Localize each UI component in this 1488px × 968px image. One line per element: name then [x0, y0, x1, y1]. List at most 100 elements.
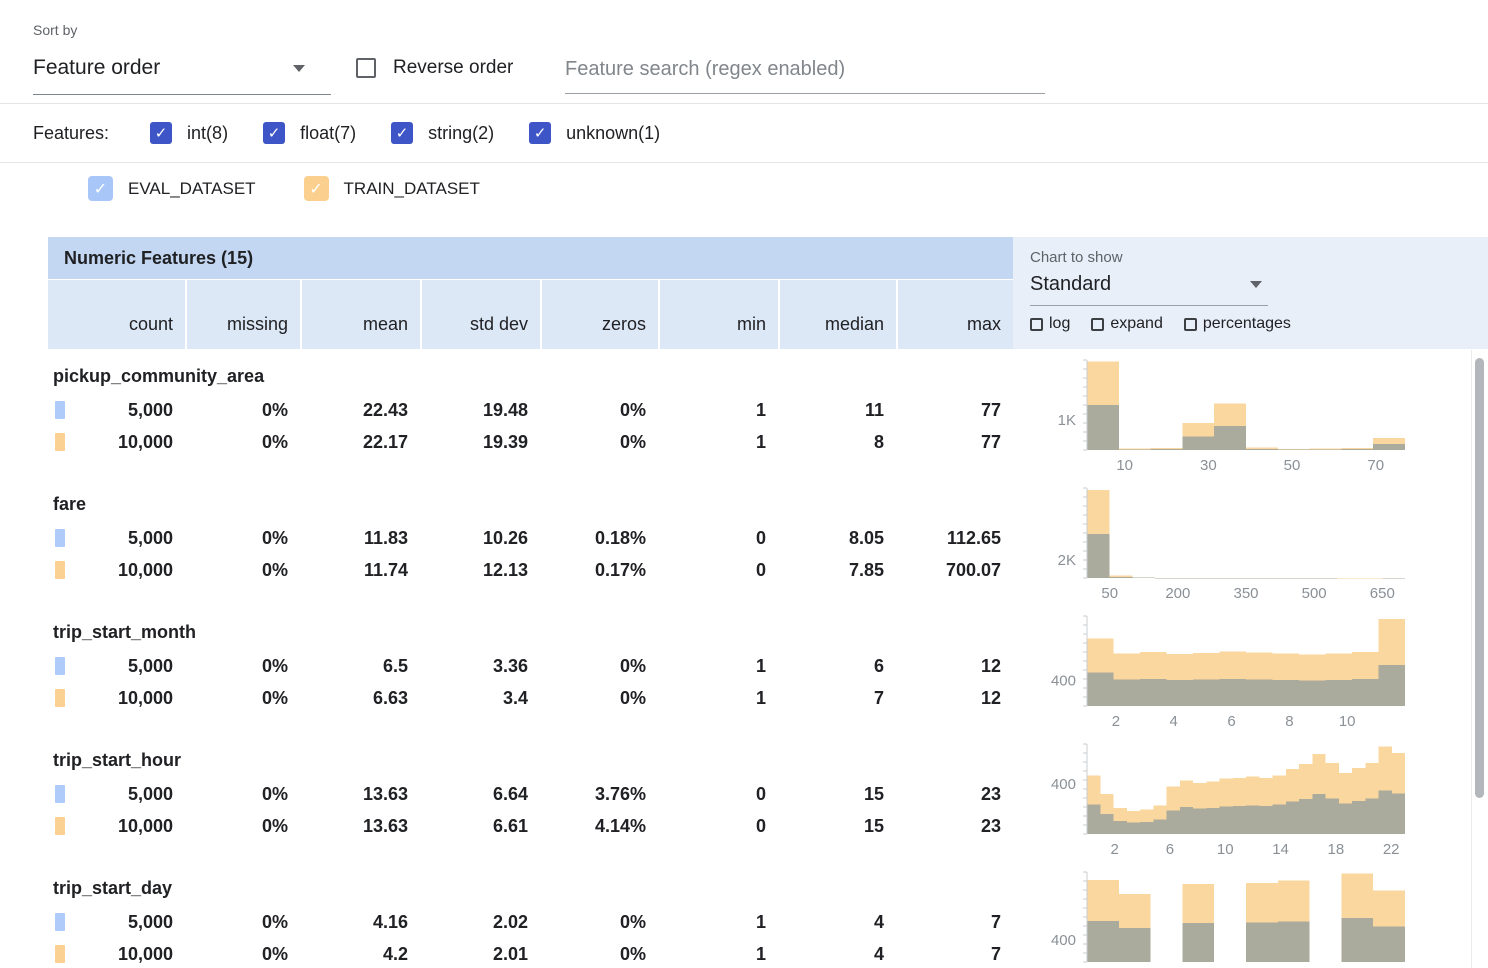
stat-zeros: 4.14%: [540, 816, 658, 837]
column-header-zeros: zeros: [540, 280, 658, 349]
scrollbar-track[interactable]: [1471, 350, 1488, 968]
feature-group-trip_start_hour: trip_start_hour5,0000%13.636.643.76%0152…: [48, 733, 1488, 861]
features-filter-label: Features:: [33, 123, 109, 144]
chart-option-log[interactable]: log: [1030, 315, 1070, 333]
feature-list: pickup_community_area5,0000%22.4319.480%…: [48, 349, 1488, 968]
feature-type-label: int(8): [187, 123, 228, 144]
reverse-order-checkbox[interactable]: Reverse order: [356, 57, 513, 79]
stat-std-dev: 2.01: [420, 944, 540, 965]
feature-name: trip_start_day: [48, 861, 1013, 906]
stat-max: 7: [896, 912, 1013, 933]
histogram-fare: 2K50200350500650: [1027, 486, 1419, 604]
feature-histogram: 1K10305070: [1013, 349, 1419, 477]
train-legend-swatch: [55, 561, 65, 579]
chart-option-label: log: [1049, 315, 1070, 333]
stat-count: 5,000: [48, 784, 185, 805]
svg-text:4: 4: [1170, 713, 1178, 730]
stat-median: 15: [778, 784, 896, 805]
svg-text:30: 30: [1200, 457, 1217, 474]
stats-row-train: 10,0000%11.7412.130.17%07.85700.07: [48, 554, 1013, 586]
stat-count: 5,000: [48, 656, 185, 677]
stat-count: 10,000: [48, 560, 185, 581]
checkbox-checked-icon: ✓: [88, 176, 113, 201]
dataset-toggle-train_dataset[interactable]: ✓TRAIN_DATASET: [304, 176, 480, 201]
stat-std-dev: 19.48: [420, 400, 540, 421]
feature-type-label: float(7): [300, 123, 356, 144]
stat-std-dev: 10.26: [420, 528, 540, 549]
svg-text:400: 400: [1051, 776, 1076, 793]
stat-std-dev: 12.13: [420, 560, 540, 581]
checkbox-checked-icon: ✓: [150, 122, 172, 144]
eval-legend-swatch: [55, 657, 65, 675]
stats-row-train: 10,0000%13.636.614.14%01523: [48, 810, 1013, 842]
table-title-bar: Numeric Features (15): [48, 237, 1013, 279]
stat-median: 15: [778, 816, 896, 837]
feature-type-filter-float[interactable]: ✓float(7): [263, 122, 356, 144]
stats-row-eval: 5,0000%13.636.643.76%01523: [48, 778, 1013, 810]
stats-row-eval: 5,0000%4.162.020%147: [48, 906, 1013, 938]
chart-option-expand[interactable]: expand: [1091, 315, 1163, 333]
sort-order-select[interactable]: Feature order: [33, 56, 331, 95]
stat-missing: 0%: [185, 432, 300, 453]
eval-legend-swatch: [55, 401, 65, 419]
svg-text:8: 8: [1285, 713, 1293, 730]
train-legend-swatch: [55, 433, 65, 451]
sort-order-value: Feature order: [33, 56, 160, 79]
feature-search-input[interactable]: [565, 52, 1045, 93]
stat-median: 4: [778, 912, 896, 933]
chart-type-select[interactable]: Standard: [1030, 273, 1268, 306]
stat-max: 77: [896, 400, 1013, 421]
svg-text:22: 22: [1383, 841, 1400, 858]
dataset-toggles: ✓ EVAL_DATASET ✓TRAIN_DATASET: [88, 176, 480, 201]
svg-text:50: 50: [1284, 457, 1301, 474]
svg-text:70: 70: [1367, 457, 1384, 474]
feature-type-filter-int[interactable]: ✓ int(8): [150, 122, 228, 144]
svg-text:10: 10: [1339, 713, 1356, 730]
svg-text:10: 10: [1116, 457, 1133, 474]
table-title: Numeric Features (15): [64, 248, 253, 269]
histogram-trip_start_hour: 4002610141822: [1027, 742, 1419, 860]
stats-row-train: 10,0000%6.633.40%1712: [48, 682, 1013, 714]
facets-overview-page: Sort by Feature order Reverse order Feat…: [0, 0, 1488, 968]
feature-type-label: string(2): [428, 123, 494, 144]
svg-text:6: 6: [1166, 841, 1174, 858]
feature-type-label: unknown(1): [566, 123, 660, 144]
dataset-label: TRAIN_DATASET: [344, 179, 480, 199]
stat-count: 5,000: [48, 912, 185, 933]
feature-stats: pickup_community_area5,0000%22.4319.480%…: [48, 349, 1013, 477]
feature-histogram: 4002610141822: [1013, 733, 1419, 861]
feature-group-trip_start_day: trip_start_day5,0000%4.162.020%14710,000…: [48, 861, 1488, 968]
stat-missing: 0%: [185, 560, 300, 581]
dropdown-arrow-icon: [293, 65, 305, 72]
feature-type-filter-unknown[interactable]: ✓unknown(1): [529, 122, 660, 144]
scrollbar-thumb[interactable]: [1475, 358, 1484, 798]
chart-option-percentages[interactable]: percentages: [1184, 315, 1291, 333]
stat-mean: 13.63: [300, 784, 420, 805]
feature-stats: trip_start_month5,0000%6.53.360%161210,0…: [48, 605, 1013, 733]
dataset-label: EVAL_DATASET: [128, 179, 256, 199]
checkbox-unchecked-icon: [1091, 318, 1104, 331]
svg-text:50: 50: [1101, 585, 1118, 602]
table-header: Numeric Features (15) countmissingmeanst…: [48, 237, 1488, 349]
feature-type-filter-string[interactable]: ✓string(2): [391, 122, 494, 144]
checkbox-unchecked-icon: [356, 58, 376, 78]
feature-type-filters: ✓ int(8) ✓float(7) ✓string(2) ✓unknown(1): [150, 122, 695, 144]
histogram-trip_start_day: 400: [1027, 870, 1419, 968]
stat-count: 10,000: [48, 688, 185, 709]
stat-mean: 6.5: [300, 656, 420, 677]
chart-controls-panel: Chart to show Standard logexpandpercenta…: [1013, 237, 1488, 349]
chart-option-label: expand: [1110, 315, 1163, 333]
stat-max: 112.65: [896, 528, 1013, 549]
svg-text:2: 2: [1112, 713, 1120, 730]
stat-min: 0: [658, 528, 778, 549]
feature-stats: trip_start_day5,0000%4.162.020%14710,000…: [48, 861, 1013, 968]
stat-std-dev: 19.39: [420, 432, 540, 453]
stat-zeros: 3.76%: [540, 784, 658, 805]
svg-text:500: 500: [1302, 585, 1327, 602]
dataset-toggle-eval_dataset[interactable]: ✓ EVAL_DATASET: [88, 176, 256, 201]
column-header-count: count: [48, 280, 185, 349]
stat-median: 8: [778, 432, 896, 453]
feature-stats: fare5,0000%11.8310.260.18%08.05112.6510,…: [48, 477, 1013, 605]
train-legend-swatch: [55, 945, 65, 963]
checkbox-unchecked-icon: [1184, 318, 1197, 331]
